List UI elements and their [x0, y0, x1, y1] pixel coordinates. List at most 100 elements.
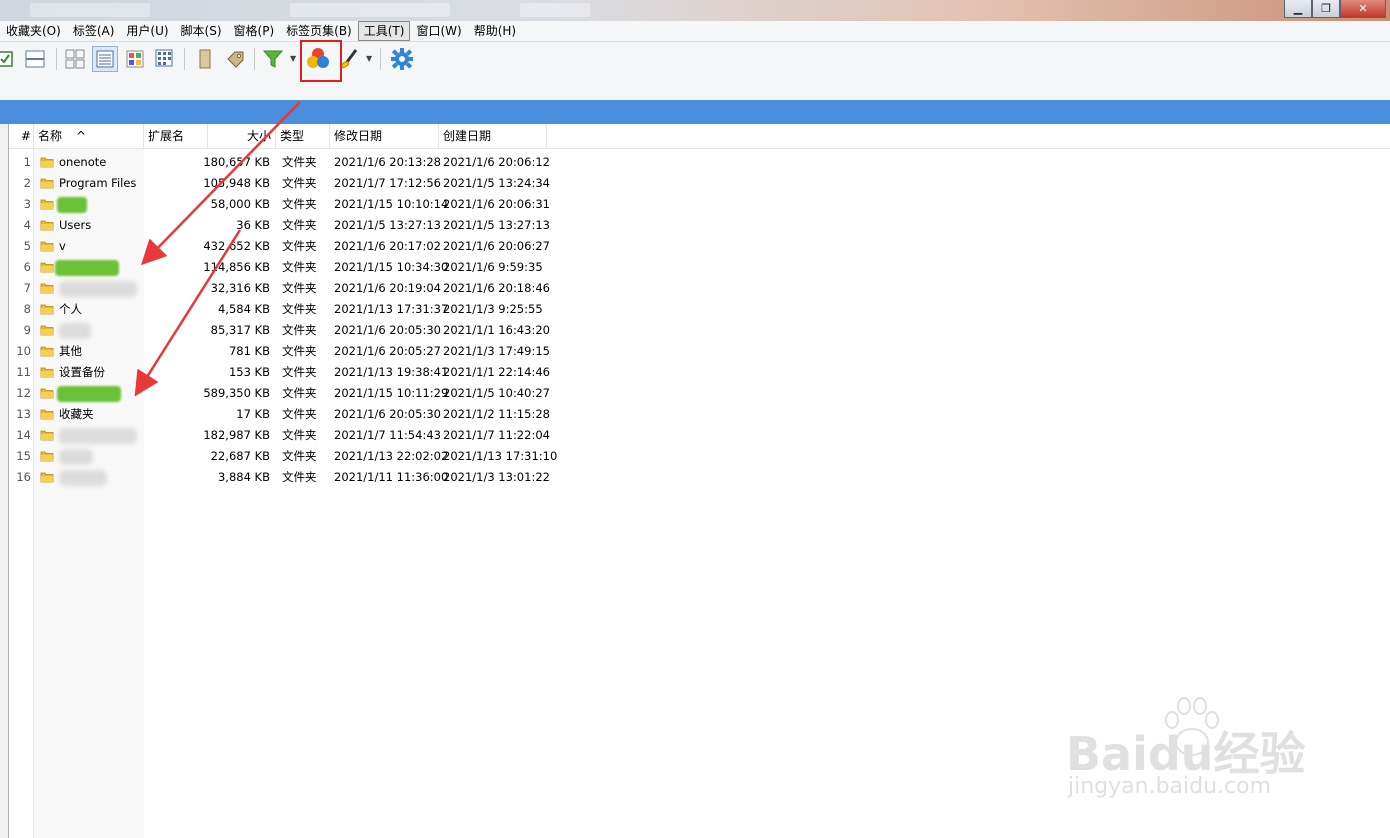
checkbox-icon[interactable] [0, 46, 18, 72]
row-number: 15 [16, 449, 31, 463]
file-name[interactable]: 收藏夹 [59, 404, 94, 425]
redacted-name [59, 281, 137, 297]
folder-icon [40, 178, 54, 189]
menu-tabsets[interactable]: 标签页集(B) [280, 22, 358, 40]
menu-tags[interactable]: 标签(A) [67, 22, 121, 40]
file-name[interactable]: 其他 [59, 341, 82, 362]
created-date: 2021/1/3 13:01:22 [443, 470, 550, 484]
grid-view-icon[interactable] [62, 46, 88, 72]
folder-icon [40, 346, 54, 357]
menu-user[interactable]: 用户(U) [120, 22, 174, 40]
thumbnail-view-icon[interactable] [122, 46, 148, 72]
restore-button[interactable]: ❐ [1312, 0, 1340, 18]
table-row[interactable]: 12 589,350 KB 文件夹 2021/1/15 10:11:29 2021/1/… [9, 383, 550, 404]
table-row[interactable]: 5 v 432,652 KB 文件夹 2021/1/6 20:17:02 2021/1/6… [9, 236, 550, 257]
modified-date: 2021/1/13 22:02:02 [334, 449, 449, 463]
created-date: 2021/1/3 17:49:15 [443, 344, 550, 358]
file-size: 36 KB [236, 218, 270, 232]
file-size: 153 KB [228, 365, 270, 379]
folder-icon [40, 199, 54, 210]
file-size: 781 KB [228, 344, 270, 358]
created-date: 2021/1/3 9:25:55 [443, 302, 543, 316]
close-button[interactable]: ✕ [1340, 0, 1386, 18]
file-type: 文件夹 [282, 449, 317, 463]
header-size[interactable]: 大小 [208, 124, 276, 148]
list-view-icon[interactable] [152, 46, 178, 72]
modified-date: 2021/1/15 10:34:30 [334, 260, 449, 274]
brush-dropdown-icon[interactable]: ▼ [366, 54, 372, 63]
folder-icon [40, 388, 54, 399]
row-number: 13 [16, 407, 31, 421]
created-date: 2021/1/6 20:06:27 [443, 239, 550, 253]
modified-date: 2021/1/15 10:11:29 [334, 386, 449, 400]
table-row[interactable]: 8 个人 4,584 KB 文件夹 2021/1/13 17:31:37 2021/1/3… [9, 299, 549, 320]
header-name[interactable]: 名称 ^ [34, 124, 144, 148]
menu-help[interactable]: 帮助(H) [468, 22, 522, 40]
details-view-icon[interactable] [92, 46, 118, 72]
file-size: 180,657 KB [203, 155, 270, 169]
header-num[interactable]: # [9, 124, 34, 148]
file-size: 17 KB [236, 407, 270, 421]
header-created[interactable]: 创建日期 [439, 124, 547, 148]
table-row[interactable]: 16 3,884 KB 文件夹 2021/1/11 11:36:00 2021/1/3 … [9, 467, 550, 488]
file-type: 文件夹 [282, 155, 317, 169]
location-bar [0, 100, 1390, 124]
baidu-watermark: Baidu经验 jingyan.baidu.com [1062, 690, 1322, 810]
file-name[interactable]: v [59, 236, 66, 257]
file-name[interactable]: onenote [59, 152, 106, 173]
header-modified[interactable]: 修改日期 [330, 124, 439, 148]
menu-favorites[interactable]: 收藏夹(O) [0, 22, 67, 40]
file-name[interactable]: Program Files [59, 173, 136, 194]
table-row[interactable]: 1 onenote 180,657 KB 文件夹 2021/1/6 20:13:28 20… [9, 152, 550, 173]
header-type[interactable]: 类型 [276, 124, 330, 148]
table-row[interactable]: 3 58,000 KB 文件夹 2021/1/15 10:10:14 2021/1/6 … [9, 194, 550, 215]
modified-date: 2021/1/5 13:27:13 [334, 218, 441, 232]
modified-date: 2021/1/6 20:05:30 [334, 323, 441, 337]
table-row[interactable]: 15 22,687 KB 文件夹 2021/1/13 22:02:02 2021/1/1… [9, 446, 557, 467]
redacted-name [59, 428, 137, 444]
split-pane-icon[interactable] [22, 46, 48, 72]
menu-window[interactable]: 窗口(W) [410, 22, 467, 40]
folder-icon [40, 472, 54, 483]
created-date: 2021/1/6 20:06:12 [443, 155, 550, 169]
folder-icon [40, 367, 54, 378]
highlight-box [300, 40, 342, 82]
table-row[interactable]: 10 其他 781 KB 文件夹 2021/1/6 20:05:27 2021/1/3 1… [9, 341, 550, 362]
settings-gear-icon[interactable] [389, 46, 415, 72]
menu-scripts[interactable]: 脚本(S) [175, 22, 228, 40]
bookmark-icon[interactable] [192, 46, 218, 72]
file-name[interactable]: 个人 [59, 299, 82, 320]
table-row[interactable]: 6 114,856 KB 文件夹 2021/1/15 10:34:30 2021/1/6… [9, 257, 549, 278]
row-number: 8 [23, 302, 31, 316]
tag-icon[interactable] [222, 46, 248, 72]
table-row[interactable]: 7 32,316 KB 文件夹 2021/1/6 20:19:04 2021/1/6 2… [9, 278, 550, 299]
header-ext[interactable]: 扩展名 [144, 124, 208, 148]
blurred-tab [290, 3, 450, 17]
row-number: 7 [23, 281, 31, 295]
file-name[interactable]: Users [59, 215, 91, 236]
file-type: 文件夹 [282, 323, 317, 337]
redacted-name [59, 323, 91, 339]
file-size: 432,652 KB [203, 239, 270, 253]
menu-tools[interactable]: 工具(T) [357, 21, 411, 41]
modified-date: 2021/1/6 20:13:28 [334, 155, 441, 169]
created-date: 2021/1/6 9:59:35 [443, 260, 543, 274]
table-row[interactable]: 14 182,987 KB 文件夹 2021/1/7 11:54:43 2021/1/7… [9, 425, 550, 446]
table-row[interactable]: 4 Users 36 KB 文件夹 2021/1/5 13:27:13 2021/1/5 … [9, 215, 550, 236]
table-row[interactable]: 2 Program Files 105,948 KB 文件夹 2021/1/7 17:1… [9, 173, 550, 194]
created-date: 2021/1/5 13:24:34 [443, 176, 550, 190]
file-name[interactable]: 设置备份 [59, 362, 105, 383]
blurred-tab [30, 3, 150, 17]
menu-panes[interactable]: 窗格(P) [228, 22, 281, 40]
redacted-name [57, 386, 121, 402]
folder-icon [40, 304, 54, 315]
file-size: 85,317 KB [210, 323, 270, 337]
filter-icon[interactable] [260, 46, 286, 72]
table-row[interactable]: 11 设置备份 153 KB 文件夹 2021/1/13 19:38:41 2021/1/… [9, 362, 550, 383]
table-row[interactable]: 9 85,317 KB 文件夹 2021/1/6 20:05:30 2021/1/1 1… [9, 320, 550, 341]
filter-dropdown-icon[interactable]: ▼ [290, 54, 296, 63]
minimize-button[interactable]: ▁ [1284, 0, 1312, 18]
table-row[interactable]: 13 收藏夹 17 KB 文件夹 2021/1/6 20:05:30 2021/1/2 1… [9, 404, 550, 425]
created-date: 2021/1/5 13:27:13 [443, 218, 550, 232]
redacted-name [59, 470, 107, 486]
